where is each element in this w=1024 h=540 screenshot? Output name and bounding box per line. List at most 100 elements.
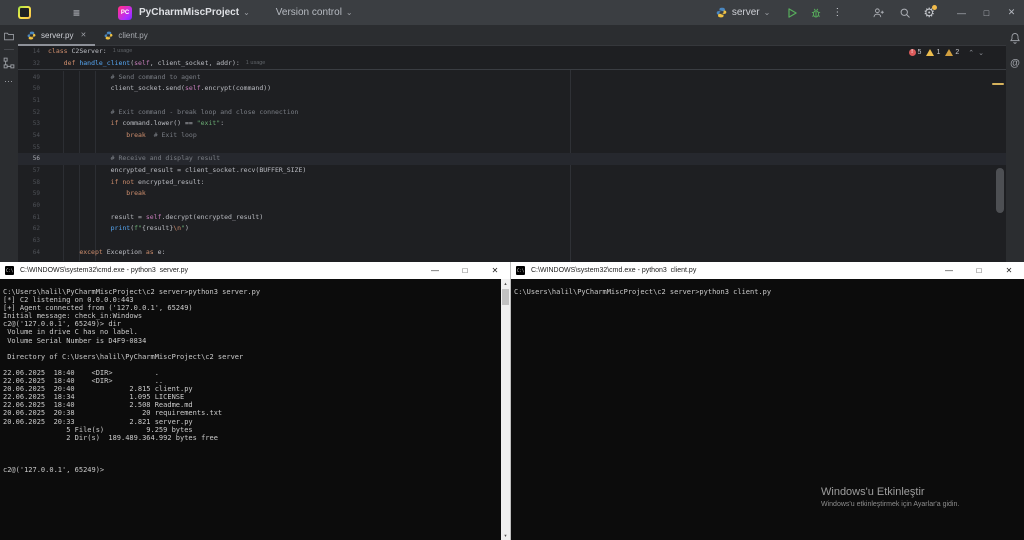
scroll-up-icon[interactable]: ▲ [501, 279, 510, 288]
usage-hint[interactable]: 1 usage [113, 46, 133, 58]
code-line-64[interactable]: 64 except Exception as e: [18, 247, 1006, 259]
window-maximize-button[interactable]: □ [974, 8, 999, 18]
right-tool-strip: @ [1006, 25, 1024, 262]
weak-warning-icon [945, 49, 953, 56]
notifications-bell-icon[interactable] [1009, 31, 1021, 49]
close-tab-icon[interactable]: ✕ [80, 31, 86, 39]
window-minimize-button[interactable]: — [949, 8, 974, 18]
warning-icon [926, 49, 934, 56]
code-line-32[interactable]: 32 def handle_client(self, client_socket… [18, 58, 1006, 70]
code-line-50[interactable]: 50 client_socket.send(self.encrypt(comma… [18, 83, 1006, 95]
code-line-61[interactable]: 61 result = self.decrypt(encrypted_resul… [18, 212, 1006, 224]
code-line-57[interactable]: 57 encrypted_result = client_socket.recv… [18, 165, 1006, 177]
line-number[interactable]: 54 [18, 130, 40, 142]
cmd-title: C:\WINDOWS\system32\cmd.exe - python3 cl… [531, 267, 696, 274]
line-number[interactable]: 56 [18, 153, 40, 165]
warning-count: 1 [936, 49, 940, 56]
usage-hint[interactable]: 1 usage [246, 58, 266, 70]
cmd-scrollbar[interactable]: ▲ ▼ [501, 279, 510, 540]
python-logo-icon [716, 7, 727, 18]
line-number[interactable]: 60 [18, 200, 40, 212]
ide-main-toolbar: ≡ PC PyCharmMiscProject ⌄ Version contro… [0, 0, 1024, 25]
tab-label: client.py [118, 31, 147, 40]
line-number[interactable]: 53 [18, 118, 40, 130]
structure-tool-icon[interactable] [3, 57, 15, 69]
sticky-context-lines: 14class C2Server:1 usage32 def handle_cl… [18, 46, 1006, 70]
desktop: ≡ PC PyCharmMiscProject ⌄ Version contro… [0, 0, 1024, 540]
line-number[interactable]: 62 [18, 223, 40, 235]
editor-tab-bar: server.py ✕ client.py [18, 25, 1006, 46]
line-number[interactable]: 57 [18, 165, 40, 177]
windows-activation-watermark: Windows'u Etkinleştir Windows'u etkinleş… [821, 486, 959, 508]
debug-button[interactable] [810, 7, 822, 19]
more-actions-icon[interactable]: ⋮ [832, 7, 842, 18]
cmd-title: C:\WINDOWS\system32\cmd.exe - python3 se… [20, 267, 188, 274]
line-number[interactable]: 32 [18, 58, 40, 70]
line-number[interactable]: 14 [18, 46, 40, 58]
watermark-subtitle: Windows'u etkinleştirmek için Ayarlar'a … [821, 501, 959, 508]
code-line-58[interactable]: 58 if not encrypted_result: [18, 177, 1006, 189]
code-line-55[interactable]: 55 [18, 142, 1006, 154]
run-config-selector[interactable]: server [732, 7, 760, 18]
cmd-minimize-button[interactable]: — [934, 266, 964, 275]
strip-divider [4, 49, 14, 50]
warning-stripe-mark[interactable] [992, 83, 1004, 85]
line-number[interactable]: 58 [18, 177, 40, 189]
code-line-60[interactable]: 60 [18, 200, 1006, 212]
project-selector[interactable]: PyCharmMiscProject [139, 7, 239, 18]
tab-client-py[interactable]: client.py [95, 25, 156, 45]
code-line-52[interactable]: 52 # Exit command - break loop and close… [18, 107, 1006, 119]
code-editor[interactable]: 14class C2Server:1 usage32 def handle_cl… [18, 46, 1006, 262]
terminal-output-client[interactable]: C:\Users\halil\PyCharmMiscProject\c2 ser… [514, 288, 771, 296]
project-icon[interactable]: PC [118, 6, 132, 20]
cmd-close-button[interactable]: ✕ [994, 266, 1024, 275]
ai-assistant-icon[interactable]: @ [1010, 58, 1020, 69]
scroll-down-icon[interactable]: ▼ [501, 531, 510, 540]
line-number[interactable]: 49 [18, 72, 40, 84]
code-line-51[interactable]: 51 [18, 95, 1006, 107]
code-line-62[interactable]: 62 print(f"{result}\n") [18, 223, 1006, 235]
line-number[interactable]: 51 [18, 95, 40, 107]
line-number[interactable]: 61 [18, 212, 40, 224]
error-count: 5 [918, 49, 922, 56]
tab-server-py[interactable]: server.py ✕ [18, 25, 95, 45]
run-button[interactable] [786, 7, 798, 19]
terminal-output-server[interactable]: C:\Users\halil\PyCharmMiscProject\c2 ser… [3, 288, 260, 474]
line-number[interactable]: 55 [18, 142, 40, 154]
main-menu-icon[interactable]: ≡ [73, 7, 80, 19]
line-number[interactable]: 63 [18, 235, 40, 247]
weak-warning-count: 2 [955, 49, 959, 56]
more-tool-windows-icon[interactable]: ⋯ [4, 76, 14, 87]
line-number[interactable]: 59 [18, 188, 40, 200]
cmd-titlebar[interactable]: C:\ C:\WINDOWS\system32\cmd.exe - python… [511, 262, 1024, 279]
editor-scrollbar-thumb[interactable] [996, 168, 1004, 213]
line-number[interactable]: 64 [18, 247, 40, 259]
line-number[interactable]: 52 [18, 107, 40, 119]
watermark-title: Windows'u Etkinleştir [821, 486, 959, 498]
code-with-me-icon[interactable] [872, 7, 885, 19]
vcs-selector[interactable]: Version control [276, 7, 342, 18]
code-lines[interactable]: 49 # Send command to agent50 client_sock… [18, 72, 1006, 259]
next-problem-icon[interactable]: ⌄ [978, 49, 984, 57]
project-tool-icon[interactable] [3, 31, 15, 42]
settings-gear-icon[interactable]: ⚙ [923, 6, 935, 19]
code-line-49[interactable]: 49 # Send command to agent [18, 72, 1006, 84]
search-everywhere-icon[interactable] [899, 7, 911, 19]
cmd-scrollbar-thumb[interactable] [502, 289, 509, 305]
cmd-maximize-button[interactable]: □ [450, 266, 480, 275]
code-line-14[interactable]: 14class C2Server:1 usage [18, 46, 1006, 58]
code-line-56[interactable]: 56 # Receive and display result [18, 153, 1006, 165]
cmd-minimize-button[interactable]: — [420, 266, 450, 275]
code-line-59[interactable]: 59 break [18, 188, 1006, 200]
code-line-54[interactable]: 54 break # Exit loop [18, 130, 1006, 142]
inspections-widget[interactable]: ! 5 1 2 ⌃ ⌄ [909, 47, 984, 58]
cmd-close-button[interactable]: ✕ [480, 266, 510, 275]
code-line-63[interactable]: 63 [18, 235, 1006, 247]
line-number[interactable]: 50 [18, 83, 40, 95]
cmd-window-server: C:\ C:\WINDOWS\system32\cmd.exe - python… [0, 262, 510, 540]
cmd-titlebar[interactable]: C:\ C:\WINDOWS\system32\cmd.exe - python… [0, 262, 510, 279]
code-line-53[interactable]: 53 if command.lower() == "exit": [18, 118, 1006, 130]
prev-problem-icon[interactable]: ⌃ [968, 49, 974, 57]
cmd-maximize-button[interactable]: □ [964, 266, 994, 275]
window-close-button[interactable]: ✕ [999, 7, 1024, 18]
